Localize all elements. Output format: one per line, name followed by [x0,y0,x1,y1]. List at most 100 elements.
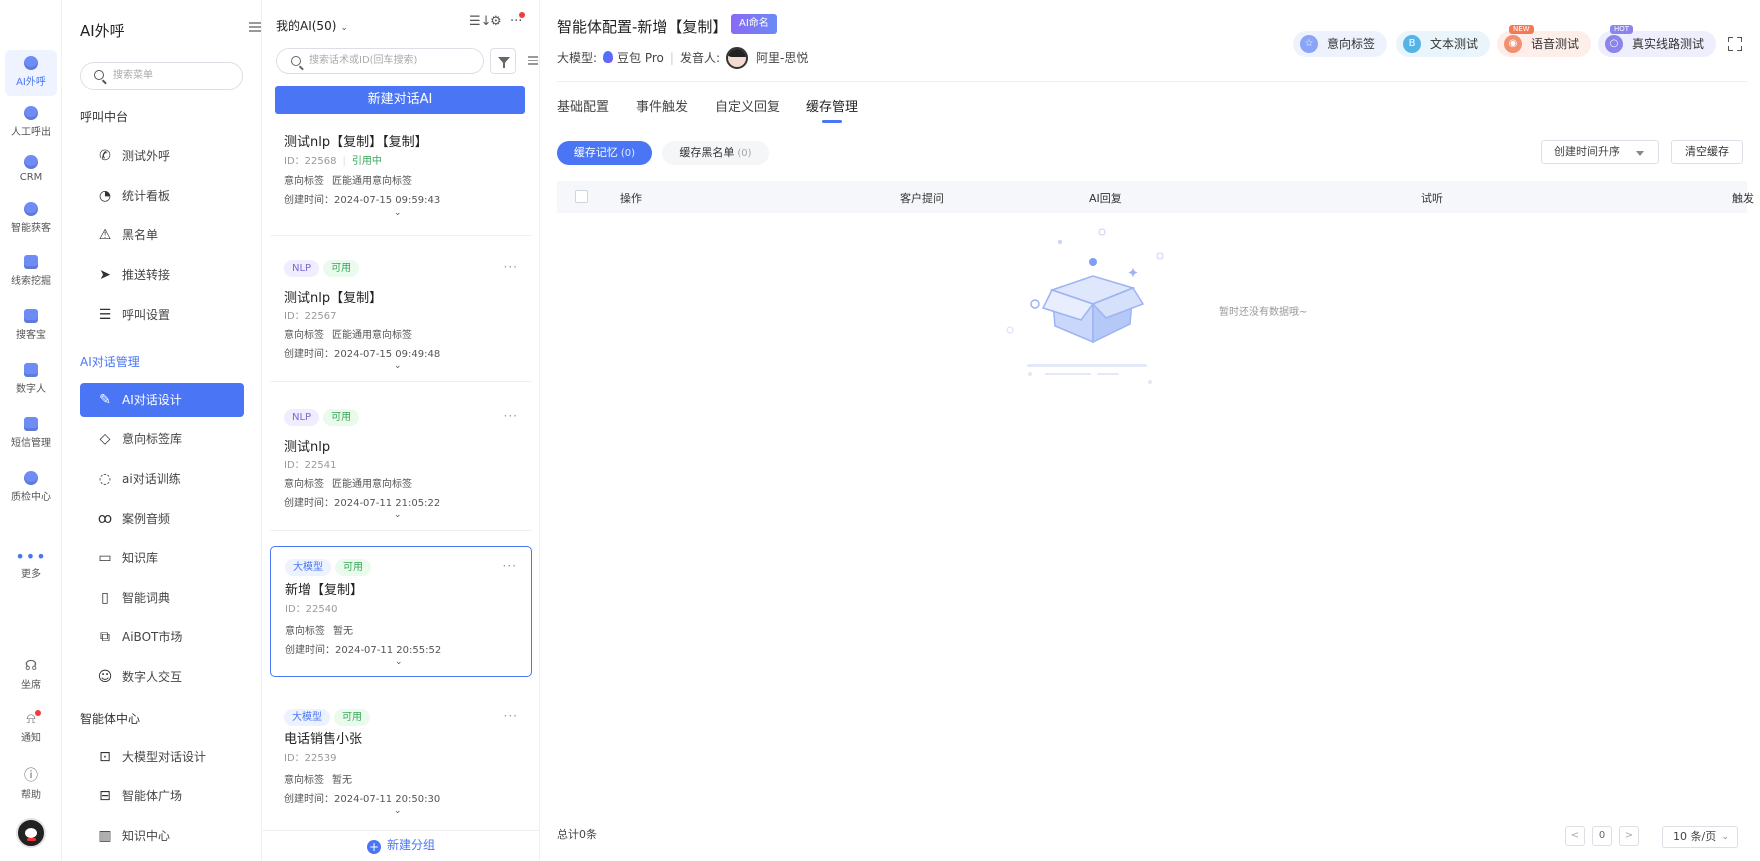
mic-icon: ◉ [1504,35,1522,53]
rail-item-digital-human[interactable]: 数字人 [5,357,57,403]
page-size-select[interactable]: 10 条/页 ⌄ [1662,826,1738,848]
menu-group-call-center: 呼叫中台 [80,110,129,124]
type-tag: 大模型 [285,559,331,576]
intent-value: 匠能通用意向标签 [332,176,412,187]
rail-item-soukebao[interactable]: 搜客宝 [5,303,57,349]
next-page-button[interactable]: > [1619,826,1639,846]
my-ai-dropdown[interactable]: 我的AI(50) ⌄ [276,17,348,34]
clear-cache-button[interactable]: 清空缓存 [1671,140,1743,164]
menu-item-test-call[interactable]: ✆ 测试外呼 [80,139,244,173]
column-header-customer-question: 客户提问 [900,192,944,205]
page-size-value: 10 条/页 [1673,830,1717,843]
ai-card-intent: 意向标签 匠能通用意向标签 [284,172,412,187]
new-dialog-ai-button[interactable]: 新建对话AI [275,86,525,114]
expand-chevron-icon[interactable]: ⌄ [394,510,402,520]
list-view-icon[interactable] [528,54,538,66]
notification-dot [519,12,525,18]
card-more-icon[interactable]: ··· [504,709,518,723]
new-group-button[interactable]: + 新建分组 [262,830,540,861]
real-line-test-button[interactable]: HOT ○ 真实线路测试 [1598,25,1717,57]
cache-blacklist-pill[interactable]: 缓存黑名单 (0) [662,141,769,165]
rail-item-seat[interactable]: ☊ 坐席 [5,653,57,699]
filter-button[interactable] [490,48,516,74]
fullscreen-icon[interactable] [1728,37,1742,51]
rail-item-help[interactable]: ⓘ 帮助 [5,763,57,809]
expand-chevron-icon[interactable]: ⌄ [394,208,402,218]
settings-gear-icon[interactable]: ⚙ [490,14,502,29]
menu-item-ai-dialog-design[interactable]: ✎ AI对话设计 [80,383,244,417]
menu-item-label: 知识库 [122,551,159,565]
expand-chevron-icon[interactable]: ⌄ [394,361,402,371]
menu-item-smart-dictionary[interactable]: ▯ 智能词典 [80,581,244,615]
speaker-label: 发音人: [679,51,720,65]
rail-item-manual-call[interactable]: 人工呼出 [5,100,57,146]
ai-card[interactable]: 测试nlp【复制】【复制】 ID：22568 | 引用中 意向标签 匠能通用意向标签 … [270,120,532,236]
ai-search-input[interactable]: 搜索话术或ID(回车搜索) [276,48,484,74]
text-b-icon: B [1403,35,1421,53]
cache-memory-pill[interactable]: 缓存记忆 (0) [557,141,652,165]
intent-tag-button[interactable]: ☆ 意向标签 [1293,31,1388,57]
menu-item-push-transfer[interactable]: ➤ 推送转接 [80,258,244,292]
ai-card[interactable]: 大模型 可用 ··· 电话销售小张 ID：22539 意向标签 暂无 创建时间：20… [270,697,532,825]
menu-item-stats[interactable]: ◔ 统计看板 [80,179,244,213]
type-tag: NLP [284,409,320,426]
rail-item-more[interactable]: ••• 更多 [5,545,57,591]
chevron-down-icon: ⌄ [1721,832,1729,842]
rail-item-notify[interactable]: ⍾ 通知 [5,706,57,752]
ai-card[interactable]: NLP 可用 ··· 测试nlp【复制】 ID：22567 意向标签 匠能通用意向标… [270,248,532,382]
user-avatar[interactable] [16,818,46,848]
card-more-icon[interactable]: ··· [504,409,518,423]
menu-item-label: 案例音频 [122,512,171,526]
menu-item-case-audio[interactable]: ꝏ 案例音频 [80,502,244,536]
rail-item-sms[interactable]: 短信管理 [5,411,57,457]
sort-icon[interactable]: ☰↓ [469,14,492,29]
intent-value: 暂无 [333,626,353,637]
tab-cache-management[interactable]: 缓存管理 [806,96,858,115]
rail-item-crm[interactable]: CRM [5,149,57,195]
open-book-icon: ▥ [98,828,112,844]
card-more-icon[interactable]: ··· [504,260,518,274]
intent-value: 匠能通用意向标签 [332,330,412,341]
status-tag: 可用 [323,409,360,426]
menu-item-knowledge-base[interactable]: ▭ 知识库 [80,541,244,575]
menu-item-knowledge-center[interactable]: ▥ 知识中心 [80,819,244,853]
ai-card[interactable]: NLP 可用 ··· 测试nlp ID：22541 意向标签 匠能通用意向标签 创建… [270,397,532,531]
collapse-menu-icon[interactable] [249,20,261,34]
robot-icon: ☺ [97,669,113,685]
expand-chevron-icon[interactable]: ⌄ [394,806,402,816]
sort-select[interactable]: 创建时间升序 [1541,140,1659,164]
select-all-checkbox[interactable] [575,190,588,203]
menu-item-llm-dialog-design[interactable]: ⊡ 大模型对话设计 [80,740,244,774]
tab-custom-reply[interactable]: 自定义回复 [715,96,780,115]
ai-naming-badge[interactable]: AI命名 [731,14,777,34]
menu-item-intent-tags[interactable]: ◇ 意向标签库 [80,422,244,456]
prev-page-button[interactable]: < [1565,826,1585,846]
ai-list-panel: 我的AI(50) ⌄ ☰↓ ⚙ ··· 搜索话术或ID(回车搜索) 新建对话AI … [262,0,540,861]
card-more-icon[interactable]: ··· [503,559,517,573]
header-divider [557,81,1747,82]
rail-label: 人工呼出 [11,127,51,138]
tab-basic-config[interactable]: 基础配置 [557,96,609,115]
bell-icon: ⍾ [26,711,36,727]
rail-item-lead-mining[interactable]: 线索挖掘 [5,249,57,295]
menu-search-input[interactable]: 搜索菜单 [80,62,243,90]
menu-item-aibot-market[interactable]: ⧉ AiBOT市场 [80,620,244,654]
menu-item-agent-plaza[interactable]: ⊟ 智能体广场 [80,779,244,813]
voicemail-icon: ꝏ [97,511,113,527]
expand-chevron-icon[interactable]: ⌄ [395,657,403,667]
rail-item-ai-outbound[interactable]: AI外呼 [5,50,57,96]
text-test-button[interactable]: B 文本测试 [1396,31,1491,57]
warning-icon: ⚠ [98,227,112,243]
menu-item-call-settings[interactable]: ☰ 呼叫设置 [80,298,244,332]
current-page[interactable]: 0 [1592,826,1612,846]
chat-icon: ◌ [98,471,112,487]
menu-item-ai-training[interactable]: ◌ ai对话训练 [80,462,244,496]
rail-item-quality[interactable]: 质检中心 [5,465,57,511]
menu-item-digital-human-interaction[interactable]: ☺ 数字人交互 [80,660,244,694]
voice-test-button[interactable]: NEW ◉ 语音测试 [1497,25,1592,57]
menu-item-blacklist[interactable]: ⚠ 黑名单 [80,218,244,252]
rail-item-acquisition[interactable]: 智能获客 [5,196,57,242]
ai-card-selected[interactable]: 大模型 可用 ··· 新增【复制】 ID：22540 意向标签 暂无 创建时间：20… [270,546,532,677]
tab-event-trigger[interactable]: 事件触发 [636,96,688,115]
ai-card-status: 引用中 [351,156,382,167]
